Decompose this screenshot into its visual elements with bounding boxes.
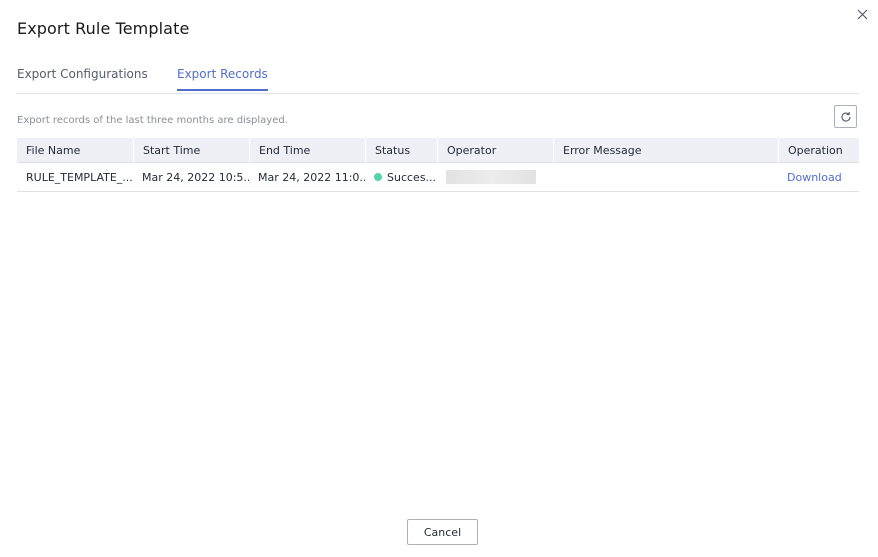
column-header-operation: Operation (778, 138, 859, 162)
table-row: RULE_TEMPLATE_... Mar 24, 2022 10:5... M… (17, 163, 859, 192)
cell-error-message (553, 163, 778, 191)
column-header-operator: Operator (437, 138, 553, 162)
status-text: Succes... (387, 170, 437, 184)
close-icon (857, 9, 867, 19)
table-header: File Name Start Time End Time Status Ope… (17, 138, 859, 163)
cell-operator (437, 163, 553, 191)
operator-redacted (446, 170, 536, 184)
column-header-start-time: Start Time (133, 138, 249, 162)
cancel-button[interactable]: Cancel (407, 519, 478, 545)
column-header-error-message: Error Message (553, 138, 778, 162)
cell-operation: Download (778, 163, 859, 191)
download-link[interactable]: Download (787, 171, 842, 184)
export-records-table: File Name Start Time End Time Status Ope… (17, 138, 859, 192)
status-success-dot (374, 173, 382, 181)
column-header-end-time: End Time (249, 138, 365, 162)
export-rule-template-dialog: Export Rule Template Export Configuratio… (0, 0, 878, 557)
column-header-file-name: File Name (26, 143, 81, 157)
dialog-title: Export Rule Template (17, 19, 190, 38)
close-button[interactable] (854, 6, 870, 22)
column-header-status: Status (365, 138, 437, 162)
cell-status: Succes... (365, 163, 437, 191)
records-hint: Export records of the last three months … (17, 115, 288, 126)
cell-file-name: RULE_TEMPLATE_... (26, 170, 133, 184)
tab-bar: Export Configurations Export Records (17, 66, 859, 94)
tab-export-configurations[interactable]: Export Configurations (17, 67, 148, 89)
refresh-button[interactable] (834, 105, 857, 128)
tab-export-records[interactable]: Export Records (177, 67, 268, 91)
cell-end-time: Mar 24, 2022 11:0... (258, 170, 365, 184)
cell-start-time: Mar 24, 2022 10:5... (142, 170, 249, 184)
refresh-icon (840, 111, 851, 122)
